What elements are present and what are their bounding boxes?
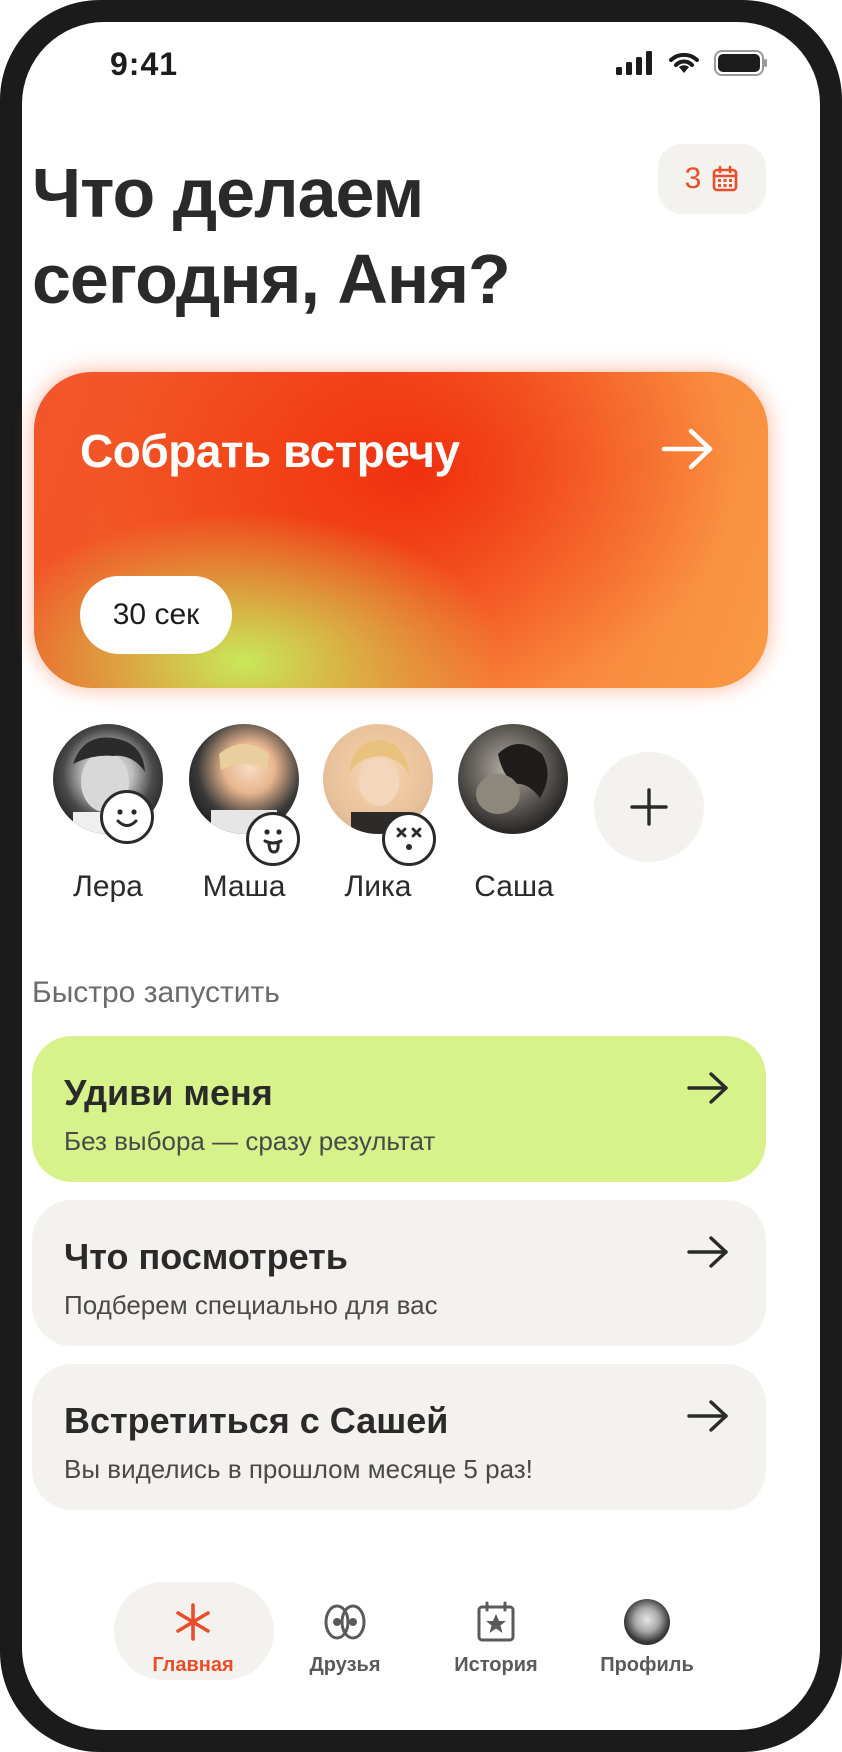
friend-name: Маша: [202, 870, 286, 903]
friend-name: Лика: [344, 870, 412, 903]
friend-sasha[interactable]: [453, 724, 573, 834]
card-title: Встретиться с Сашей: [64, 1400, 449, 1441]
avatar: [458, 724, 568, 834]
meet-sasha-card[interactable]: Встретиться с Сашей Вы виделись в прошло…: [32, 1364, 766, 1510]
cellular-signal-icon: [616, 51, 652, 75]
create-meeting-title: Собрать встречу: [80, 425, 460, 477]
plus-icon: [630, 788, 668, 826]
tab-label: История: [454, 1654, 538, 1676]
tab-profile[interactable]: Профиль: [572, 1590, 722, 1677]
status-icons: [616, 50, 768, 76]
arrow-right-icon: [687, 1072, 728, 1104]
dizzy-face-icon: [382, 812, 436, 866]
card-subtitle: Подберем специально для вас: [64, 1290, 438, 1320]
arrow-right-icon: [661, 428, 713, 470]
add-friend-button[interactable]: [594, 752, 704, 862]
card-title: Удиви меня: [64, 1072, 273, 1113]
tab-history[interactable]: История: [421, 1590, 571, 1677]
friends-icon: [324, 1604, 366, 1640]
arrow-right-icon: [687, 1400, 728, 1432]
avatar: [624, 1599, 670, 1645]
tongue-icon: [246, 812, 300, 866]
arrow-right-icon: [687, 1236, 728, 1268]
status-time: 9:41: [110, 46, 179, 82]
section-label: Быстро запустить: [32, 976, 280, 1009]
tab-label: Главная: [152, 1654, 234, 1676]
tab-label: Профиль: [600, 1654, 694, 1676]
page-title: Что делаем сегодня, Аня?: [32, 154, 511, 318]
card-subtitle: Вы виделись в прошлом месяце 5 раз!: [64, 1454, 533, 1484]
surprise-me-card[interactable]: Удиви меня Без выбора — сразу результат: [32, 1036, 766, 1182]
what-to-watch-card[interactable]: Что посмотреть Подберем специально для в…: [32, 1200, 766, 1346]
card-subtitle: Без выбора — сразу результат: [64, 1126, 436, 1156]
asterisk-icon: [176, 1603, 210, 1641]
tab-label: Друзья: [309, 1654, 381, 1676]
calendar-button[interactable]: 3: [658, 144, 766, 214]
calendar-icon: [713, 165, 738, 192]
wifi-icon: [669, 52, 699, 73]
tab-home[interactable]: Главная: [118, 1590, 268, 1677]
friend-name: Лера: [73, 870, 143, 903]
card-title: Что посмотреть: [64, 1236, 348, 1277]
smile-icon: [100, 790, 154, 844]
tab-friends[interactable]: Друзья: [270, 1590, 420, 1677]
battery-icon: [714, 50, 767, 76]
calendar-count: 3: [684, 162, 702, 195]
duration-badge: 30 сек: [80, 576, 232, 654]
calendar-star-icon: [477, 1601, 515, 1642]
friend-name: Саша: [474, 870, 554, 903]
